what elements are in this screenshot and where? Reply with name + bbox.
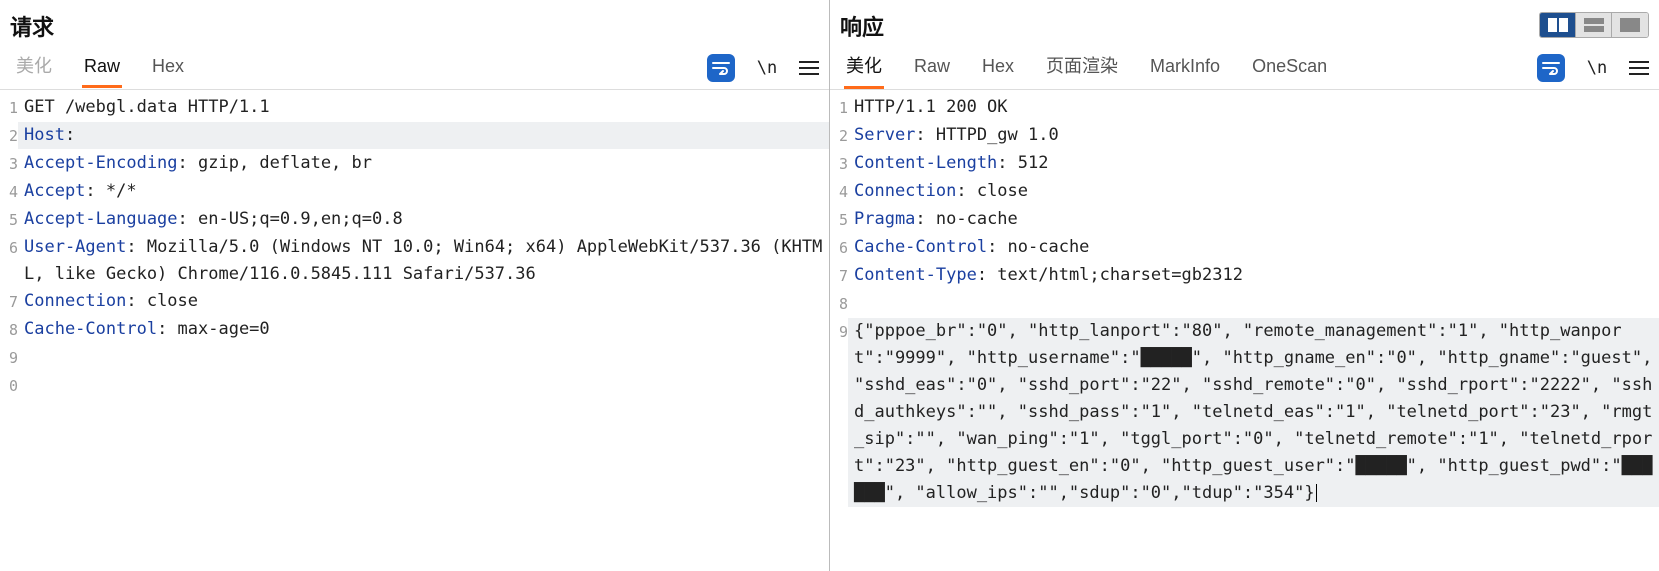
gutter-number: 8 [830,290,848,318]
response-line: 7Content-Type: text/html;charset=gb2312 [830,262,1659,290]
newline-button[interactable]: \n [1583,54,1611,82]
menu-button[interactable] [1629,61,1649,75]
gutter-number: 8 [0,316,18,344]
gutter-number: 7 [830,262,848,290]
response-tab-0[interactable]: 美化 [844,46,884,89]
response-tab-4[interactable]: MarkInfo [1148,50,1222,88]
gutter-number: 5 [830,206,848,234]
wrap-button[interactable] [1537,54,1565,82]
gutter-number: 3 [0,150,18,178]
layout-toggle [1539,12,1649,38]
response-editor[interactable]: 1HTTP/1.1 200 OK2Server: HTTPD_gw 1.03Co… [830,90,1659,571]
gutter-number: 1 [830,94,848,122]
code-content: Accept-Encoding: gzip, deflate, br [18,150,829,177]
gutter-number: 0 [0,372,18,400]
newline-button[interactable]: \n [753,54,781,82]
layout-split-horizontal[interactable] [1576,13,1612,37]
code-content: Content-Type: text/html;charset=gb2312 [848,262,1659,289]
request-tab-0: 美化 [14,46,54,89]
menu-button[interactable] [799,61,819,75]
layout-split-vertical[interactable] [1540,13,1576,37]
gutter-number: 6 [0,234,18,262]
gutter-number: 4 [830,178,848,206]
gutter-number: 6 [830,234,848,262]
request-line: 5Accept-Language: en-US;q=0.9,en;q=0.8 [0,206,829,234]
request-tab-1[interactable]: Raw [82,50,122,88]
layout-single[interactable] [1612,13,1648,37]
code-content: {"pppoe_br":"0", "http_lanport":"80", "r… [848,318,1659,507]
response-tab-3[interactable]: 页面渲染 [1044,46,1120,89]
response-line: 9{"pppoe_br":"0", "http_lanport":"80", "… [830,318,1659,507]
wrap-icon [712,61,730,75]
gutter-number: 9 [830,318,848,346]
request-line: 8Cache-Control: max-age=0 [0,316,829,344]
response-tab-2[interactable]: Hex [980,50,1016,88]
code-content: Server: HTTPD_gw 1.0 [848,122,1659,149]
request-title: 请求 [10,4,54,46]
response-tabbar: 美化 Raw Hex 页面渲染 MarkInfo OneScan \n [830,46,1659,90]
request-line: 7Connection: close [0,288,829,316]
request-editor[interactable]: 1GET /webgl.data HTTP/1.12Host: 3Accept-… [0,90,829,571]
code-content: User-Agent: Mozilla/5.0 (Windows NT 10.0… [18,234,829,288]
gutter-number: 2 [830,122,848,150]
request-line: 6User-Agent: Mozilla/5.0 (Windows NT 10.… [0,234,829,288]
request-line: 9 [0,344,829,372]
response-line: 4Connection: close [830,178,1659,206]
request-line: 4Accept: */* [0,178,829,206]
request-line: 0 [0,372,829,400]
code-content: Content-Length: 512 [848,150,1659,177]
code-content: Cache-Control: max-age=0 [18,316,829,343]
gutter-number: 9 [0,344,18,372]
gutter-number: 4 [0,178,18,206]
request-line: 2Host: [0,122,829,150]
response-line: 2Server: HTTPD_gw 1.0 [830,122,1659,150]
response-tab-5[interactable]: OneScan [1250,50,1329,88]
response-line: 3Content-Length: 512 [830,150,1659,178]
code-content: Connection: close [848,178,1659,205]
code-content: HTTP/1.1 200 OK [848,94,1659,121]
code-content: Cache-Control: no-cache [848,234,1659,261]
request-line: 3Accept-Encoding: gzip, deflate, br [0,150,829,178]
gutter-number: 3 [830,150,848,178]
response-title: 响应 [840,4,884,46]
code-content: Host: [18,122,829,149]
request-tab-2[interactable]: Hex [150,50,186,88]
code-content: Accept: */* [18,178,829,205]
request-tabbar: 美化 Raw Hex \n [0,46,829,90]
code-content: GET /webgl.data HTTP/1.1 [18,94,829,121]
wrap-icon [1542,61,1560,75]
gutter-number: 2 [0,122,18,150]
gutter-number: 5 [0,206,18,234]
code-content: Pragma: no-cache [848,206,1659,233]
caret [1316,484,1317,502]
response-line: 5Pragma: no-cache [830,206,1659,234]
response-line: 6Cache-Control: no-cache [830,234,1659,262]
response-pane: 响应 美化 Raw Hex 页面渲染 MarkInfo OneScan \n [830,0,1659,571]
wrap-button[interactable] [707,54,735,82]
response-line: 8 [830,290,1659,318]
request-pane: 请求 美化 Raw Hex \n 1GET /webgl.data HTTP/1.1… [0,0,830,571]
gutter-number: 1 [0,94,18,122]
code-content: Accept-Language: en-US;q=0.9,en;q=0.8 [18,206,829,233]
response-line: 1HTTP/1.1 200 OK [830,94,1659,122]
response-tab-1[interactable]: Raw [912,50,952,88]
gutter-number: 7 [0,288,18,316]
code-content: Connection: close [18,288,829,315]
request-line: 1GET /webgl.data HTTP/1.1 [0,94,829,122]
